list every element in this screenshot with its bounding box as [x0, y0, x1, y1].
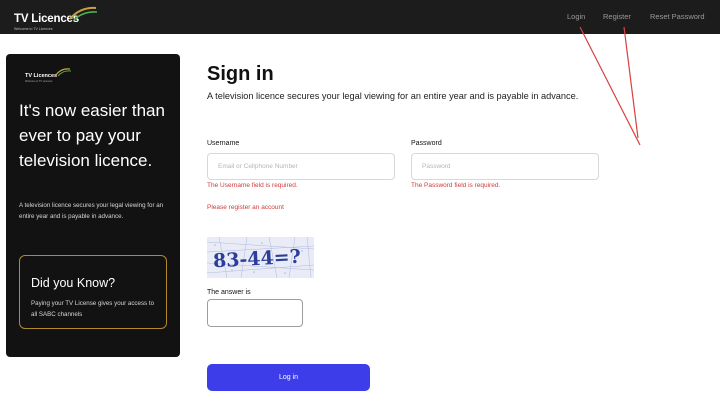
annotation-line-register — [623, 26, 639, 139]
page-title: Sign in — [207, 63, 274, 85]
username-input[interactable] — [207, 153, 395, 180]
did-you-know-card: Did you Know? Paying your TV License giv… — [19, 255, 167, 329]
brand-subtitle: Welcome to TV Licences — [14, 27, 53, 31]
nav-login-link[interactable]: Login — [567, 12, 585, 21]
brand-swoosh-icon — [69, 6, 98, 21]
promo-headline: It's now easier than ever to pay your te… — [19, 101, 165, 170]
register-account-link[interactable]: Please register an account — [207, 204, 284, 211]
captcha-image: 83-44=? — [207, 237, 314, 278]
nav-register-link[interactable]: Register — [603, 12, 631, 21]
page-subtitle: A television licence secures your legal … — [207, 91, 579, 101]
captcha-answer-label: The answer is — [207, 289, 251, 296]
nav-reset-password-link[interactable]: Reset Password — [650, 12, 705, 21]
promo-swoosh-icon — [55, 68, 71, 76]
password-label: Password — [411, 140, 442, 147]
promo-logo: TV Licences Welcome to TV Licences — [25, 67, 75, 85]
brand-logo[interactable]: TV Licences Welcome to TV Licences — [14, 5, 98, 31]
did-you-know-title: Did you Know? — [31, 276, 116, 290]
annotation-line-login — [579, 26, 641, 146]
username-error: The Username field is required. — [207, 182, 298, 189]
login-button[interactable]: Log in — [207, 364, 370, 391]
promo-logo-title: TV Licences — [25, 73, 58, 79]
promo-panel: TV Licences Welcome to TV Licences It's … — [6, 54, 180, 357]
top-navbar: TV Licences Welcome to TV Licences Login… — [0, 0, 720, 34]
captcha-answer-input[interactable] — [207, 299, 303, 327]
promo-logo-subtitle: Welcome to TV Licences — [25, 80, 53, 83]
did-you-know-text: Paying your TV License gives your access… — [31, 300, 155, 318]
username-label: Username — [207, 140, 240, 147]
promo-text: A television licence secures your legal … — [19, 202, 164, 220]
password-error: The Password field is required. — [411, 182, 501, 189]
captcha-text: 83-44=? — [212, 246, 301, 273]
password-input[interactable] — [411, 153, 599, 180]
